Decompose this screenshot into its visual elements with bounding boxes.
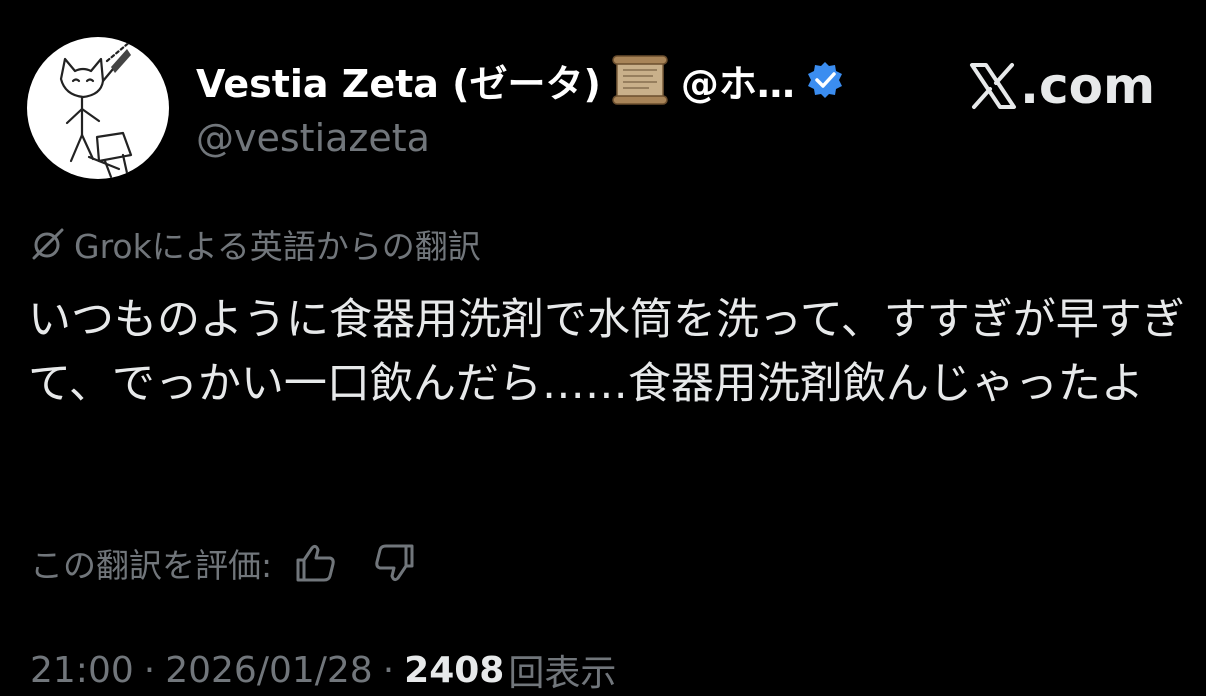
rate-translation-row: この翻訳を評価: — [30, 538, 418, 588]
translation-label: Grokによる英語からの翻訳 — [30, 222, 481, 266]
views-label: 回表示 — [508, 653, 617, 694]
cat-sketch-avatar — [59, 39, 133, 179]
x-brand-watermark: .com — [968, 56, 1155, 116]
thumbs-up-icon[interactable] — [292, 540, 338, 586]
tweet-time[interactable]: 21:00 — [30, 650, 134, 691]
author-name-row[interactable]: Vestia Zeta (ゼータ) @ホ… — [196, 52, 845, 108]
thumbs-down-icon[interactable] — [372, 540, 418, 586]
scroll-icon — [611, 54, 669, 106]
tweet-text: いつものように食器用洗剤で水筒を洗って、すすぎが早すぎて、でっかい一口飲んだら…… — [28, 295, 1185, 409]
verified-badge-icon[interactable] — [805, 60, 845, 100]
grok-icon — [30, 226, 66, 262]
author-handle[interactable]: @vestiazeta — [196, 116, 430, 160]
rate-translation-label: この翻訳を評価: — [30, 546, 273, 585]
tweet-meta-row: 21:00 · 2026/01/28 · 2408 回表示 — [30, 645, 616, 695]
meta-separator: · — [143, 649, 156, 691]
author-avatar[interactable] — [27, 37, 169, 179]
brand-text: .com — [1020, 57, 1156, 115]
author-display-name[interactable]: Vestia Zeta (ゼータ) — [196, 53, 601, 108]
x-logo-icon — [968, 61, 1018, 111]
translation-label-text: Grokによる英語からの翻訳 — [74, 227, 481, 266]
author-name-suffix[interactable]: @ホ… — [681, 53, 795, 108]
tweet-date[interactable]: 2026/01/28 — [165, 650, 373, 691]
meta-separator: · — [382, 649, 395, 691]
views-count[interactable]: 2408 — [404, 650, 504, 691]
